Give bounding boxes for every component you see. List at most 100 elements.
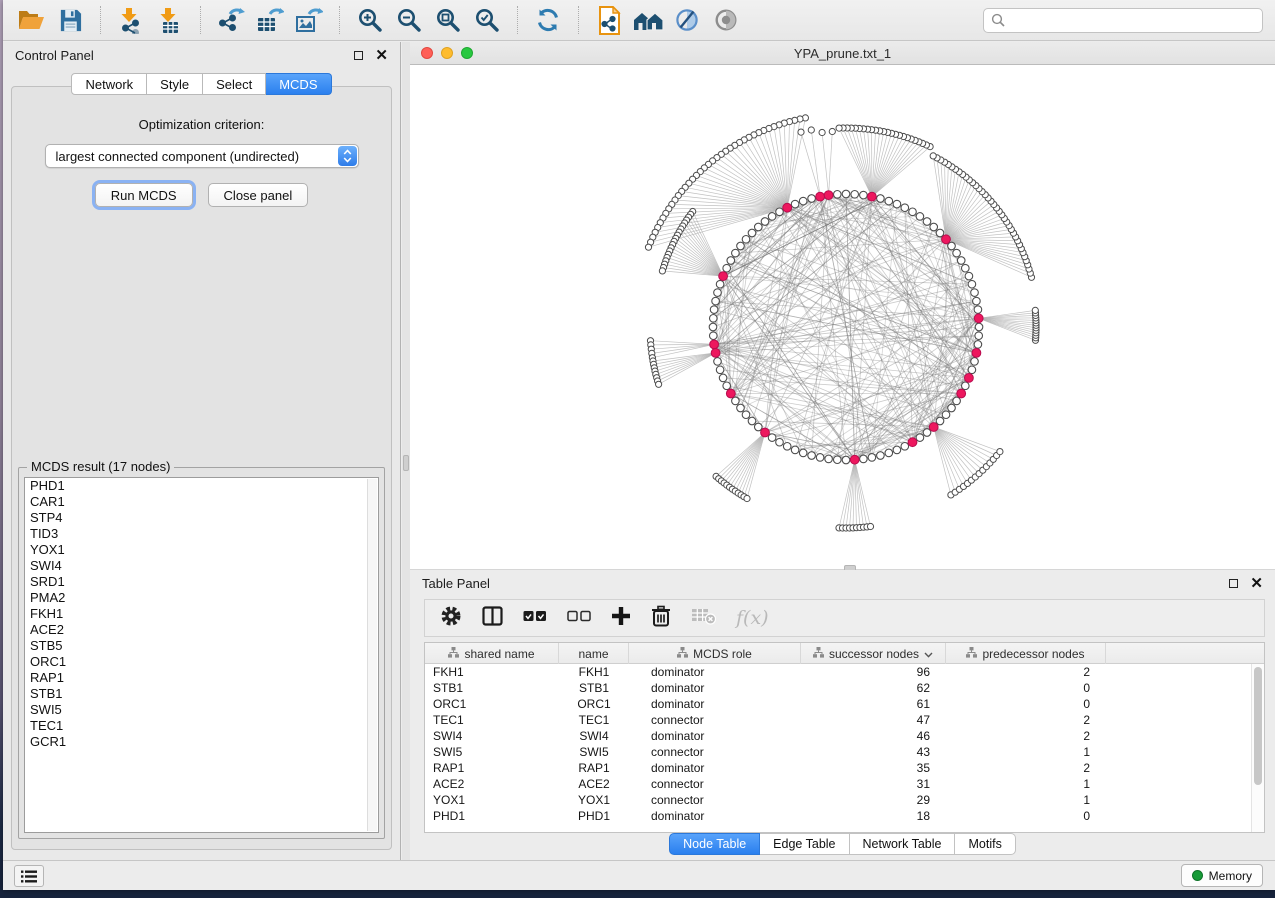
- cell-predecessor_nodes: 1: [946, 792, 1106, 808]
- mcds-result-item[interactable]: TID3: [25, 526, 378, 542]
- cell-predecessor_nodes: 2: [946, 664, 1106, 680]
- memory-button[interactable]: Memory: [1181, 864, 1263, 887]
- column-header-predecessor_nodes[interactable]: predecessor nodes: [946, 643, 1106, 664]
- mcds-result-item[interactable]: ACE2: [25, 622, 378, 638]
- close-panel-button[interactable]: Close panel: [208, 183, 309, 207]
- mcds-result-item[interactable]: PHD1: [25, 478, 378, 494]
- column-header-name[interactable]: name: [559, 643, 629, 664]
- maximize-window-icon[interactable]: [461, 47, 473, 59]
- export-network-icon[interactable]: [215, 4, 247, 36]
- control-panel-titlebar: Control Panel ✕: [3, 42, 400, 69]
- float-panel-icon[interactable]: [354, 51, 363, 60]
- table-scrollbar[interactable]: [1251, 664, 1264, 832]
- footer-tab-motifs[interactable]: Motifs: [955, 833, 1015, 855]
- task-history-button[interactable]: [14, 865, 44, 887]
- column-header-successor_nodes[interactable]: successor nodes: [801, 643, 946, 664]
- export-network-file-icon[interactable]: [593, 4, 625, 36]
- footer-tab-node-table[interactable]: Node Table: [669, 833, 760, 855]
- close-panel-icon[interactable]: ✕: [375, 51, 388, 61]
- table-row[interactable]: ORC1ORC1dominator610: [425, 696, 1264, 712]
- table-row[interactable]: ACE2ACE2connector311: [425, 776, 1264, 792]
- tab-mcds[interactable]: MCDS: [266, 73, 331, 95]
- export-table-icon[interactable]: [254, 4, 286, 36]
- minimize-window-icon[interactable]: [441, 47, 453, 59]
- tab-network[interactable]: Network: [71, 73, 147, 95]
- mcds-result-item[interactable]: RAP1: [25, 670, 378, 686]
- mcds-result-item[interactable]: SWI5: [25, 702, 378, 718]
- delete-column-icon[interactable]: [651, 605, 671, 632]
- column-header-shared_name[interactable]: shared name: [425, 643, 559, 664]
- table-row[interactable]: YOX1YOX1connector291: [425, 792, 1264, 808]
- add-column-icon[interactable]: [611, 606, 631, 631]
- cell-shared_name: RAP1: [425, 760, 559, 776]
- import-table-icon[interactable]: [154, 4, 186, 36]
- scrollbar-thumb[interactable]: [1254, 667, 1262, 785]
- zoom-in-icon[interactable]: [354, 4, 386, 36]
- save-icon[interactable]: [54, 4, 86, 36]
- select-all-icon[interactable]: [523, 609, 547, 627]
- refresh-layout-icon[interactable]: [532, 4, 564, 36]
- table-row[interactable]: FKH1FKH1dominator962: [425, 664, 1264, 680]
- mcds-result-item[interactable]: SRD1: [25, 574, 378, 590]
- criterion-select[interactable]: largest connected component (undirected): [45, 144, 359, 168]
- zoom-out-icon[interactable]: [393, 4, 425, 36]
- mcds-result-item[interactable]: TEC1: [25, 718, 378, 734]
- footer-tab-network-table[interactable]: Network Table: [850, 833, 956, 855]
- mcds-result-item[interactable]: GCR1: [25, 734, 378, 750]
- footer-tab-edge-table[interactable]: Edge Table: [760, 833, 849, 855]
- close-window-icon[interactable]: [421, 47, 433, 59]
- table-options-icon[interactable]: [440, 605, 462, 632]
- search-input[interactable]: [1010, 12, 1255, 28]
- mcds-result-item[interactable]: FKH1: [25, 606, 378, 622]
- mcds-list-scrollbar[interactable]: [367, 479, 377, 831]
- cell-shared_name: ACE2: [425, 776, 559, 792]
- tab-style[interactable]: Style: [147, 73, 203, 95]
- table-panel-titlebar: Table Panel ✕: [410, 570, 1275, 597]
- toolbar-separator: [100, 6, 101, 34]
- status-bar: Memory: [3, 860, 1275, 890]
- open-icon[interactable]: [15, 4, 47, 36]
- show-columns-icon[interactable]: [482, 606, 503, 631]
- export-image-icon[interactable]: [293, 4, 325, 36]
- zoom-selected-icon[interactable]: [471, 4, 503, 36]
- birds-eye-view-icon[interactable]: [710, 4, 742, 36]
- table-row[interactable]: SWI5SWI5connector431: [425, 744, 1264, 760]
- mcds-result-item[interactable]: PMA2: [25, 590, 378, 606]
- cell-successor_nodes: 62: [801, 680, 946, 696]
- mcds-result-item[interactable]: SWI4: [25, 558, 378, 574]
- cell-predecessor_nodes: 0: [946, 808, 1106, 824]
- table-row[interactable]: PHD1PHD1dominator180: [425, 808, 1264, 824]
- splitter-handle[interactable]: [403, 455, 409, 471]
- mcds-result-item[interactable]: STB5: [25, 638, 378, 654]
- table-row[interactable]: TEC1TEC1connector472: [425, 712, 1264, 728]
- mcds-result-item[interactable]: STB1: [25, 686, 378, 702]
- mcds-result-list: PHD1CAR1STP4TID3YOX1SWI4SRD1PMA2FKH1ACE2…: [24, 477, 379, 833]
- run-mcds-button[interactable]: Run MCDS: [95, 183, 193, 207]
- table-row[interactable]: RAP1RAP1dominator352: [425, 760, 1264, 776]
- node-table: shared namenameMCDS rolesuccessor nodesp…: [424, 642, 1265, 833]
- network-view-titlebar[interactable]: YPA_prune.txt_1: [410, 42, 1275, 65]
- tree-icon: [966, 647, 977, 661]
- cell-shared_name: ORC1: [425, 696, 559, 712]
- mcds-result-item[interactable]: STP4: [25, 510, 378, 526]
- show-panels-icon[interactable]: [632, 4, 664, 36]
- vertical-splitter[interactable]: [402, 42, 410, 860]
- mcds-result-item[interactable]: YOX1: [25, 542, 378, 558]
- network-canvas[interactable]: [410, 65, 1275, 569]
- close-panel-icon[interactable]: ✕: [1250, 579, 1263, 589]
- float-panel-icon[interactable]: [1229, 579, 1238, 588]
- hide-annotations-icon[interactable]: [671, 4, 703, 36]
- unselect-all-icon[interactable]: [567, 609, 591, 627]
- delete-table-icon: [691, 607, 716, 630]
- cell-predecessor_nodes: 0: [946, 696, 1106, 712]
- toolbar-separator: [578, 6, 579, 34]
- mcds-result-item[interactable]: CAR1: [25, 494, 378, 510]
- mcds-result-item[interactable]: ORC1: [25, 654, 378, 670]
- import-network-icon[interactable]: [115, 4, 147, 36]
- window-controls: [421, 47, 473, 59]
- tab-select[interactable]: Select: [203, 73, 266, 95]
- table-row[interactable]: STB1STB1dominator620: [425, 680, 1264, 696]
- table-row[interactable]: SWI4SWI4dominator462: [425, 728, 1264, 744]
- zoom-fit-icon[interactable]: [432, 4, 464, 36]
- column-header-mcds_role[interactable]: MCDS role: [629, 643, 801, 664]
